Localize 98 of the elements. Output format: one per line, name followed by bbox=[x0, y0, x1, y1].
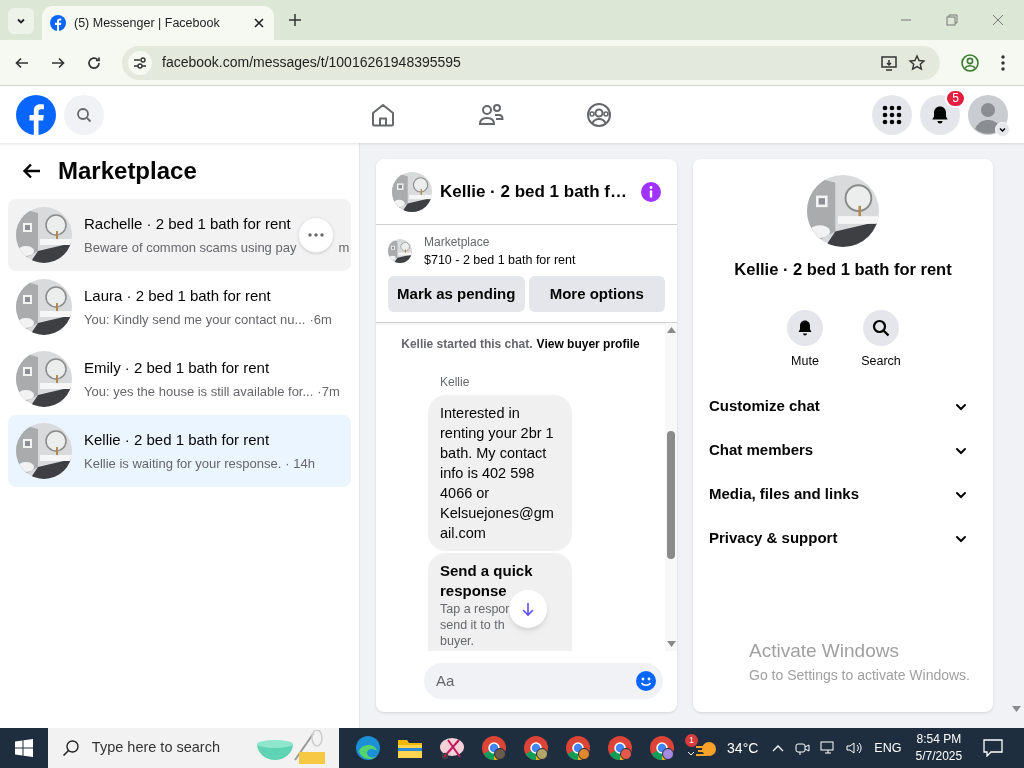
listing-source: Marketplace bbox=[424, 234, 491, 251]
taskbar-search-field[interactable]: Type here to search bbox=[47, 728, 340, 768]
search-icon bbox=[872, 318, 890, 337]
details-section[interactable]: Privacy & support bbox=[709, 516, 977, 561]
sidebar-title: Marketplace bbox=[58, 156, 197, 186]
clock-time: 8:54 PM bbox=[916, 731, 962, 748]
browser-app-icon[interactable] bbox=[565, 735, 592, 761]
profile-icon[interactable] bbox=[960, 52, 980, 73]
message-time: m bbox=[338, 238, 350, 257]
camera-icon[interactable] bbox=[794, 740, 811, 756]
network-icon[interactable] bbox=[820, 740, 837, 756]
facebook-logo-icon bbox=[50, 15, 66, 31]
conversation-title: Kellie · 2 bed 1 bath for rent bbox=[84, 430, 270, 450]
edge-browser-icon[interactable] bbox=[355, 735, 382, 761]
section-label: Chat members bbox=[709, 440, 814, 461]
emoji-icon[interactable] bbox=[635, 670, 657, 693]
language-indicator[interactable]: ENG bbox=[874, 738, 902, 758]
search-placeholder: Type here to search bbox=[91, 738, 221, 758]
bookmark-star-icon[interactable] bbox=[908, 53, 926, 72]
browser-tab[interactable]: (5) Messenger | Facebook bbox=[42, 6, 274, 40]
menu-button[interactable] bbox=[872, 94, 912, 135]
card-text: buyer. bbox=[440, 632, 475, 649]
scrollbar-thumb[interactable] bbox=[667, 430, 675, 559]
page-scroll-down-icon[interactable] bbox=[1011, 706, 1021, 712]
install-app-icon[interactable] bbox=[880, 53, 898, 72]
groups-icon[interactable] bbox=[586, 101, 612, 128]
volume-icon[interactable] bbox=[846, 740, 865, 756]
message-time: ·7m bbox=[317, 382, 340, 401]
snipping-tool-icon[interactable] bbox=[439, 735, 466, 761]
clock-date: 5/7/2025 bbox=[915, 748, 963, 765]
sender-name: Kellie bbox=[440, 373, 471, 391]
activation-subtitle: Go to Settings to activate Windows. bbox=[749, 666, 971, 685]
section-label: Media, files and links bbox=[709, 484, 860, 505]
listing-action-button[interactable]: Mark as pending bbox=[388, 275, 525, 312]
conversation-title: Rachelle · 2 bed 1 bath for rent bbox=[84, 214, 291, 234]
tab-title: (5) Messenger | Facebook bbox=[74, 14, 221, 32]
card-text: send it to th bbox=[440, 616, 505, 633]
search-button[interactable] bbox=[863, 309, 899, 346]
section-label: Privacy & support bbox=[709, 528, 838, 549]
message-bubble: Interested in renting your 2br 1 bath. My contact info is 402 598 4066 or Kelsuejones@gmail.com bbox=[428, 394, 572, 551]
action-label: Search bbox=[861, 352, 901, 370]
section-label: Customize chat bbox=[709, 396, 820, 417]
message-field[interactable]: Aa bbox=[424, 663, 663, 700]
address-bar[interactable]: facebook.com/messages/t/10016261948395595 bbox=[122, 45, 940, 80]
listing-action-button[interactable]: More options bbox=[528, 275, 665, 312]
notifications-button[interactable] bbox=[920, 94, 960, 135]
down-arrow-icon bbox=[520, 600, 536, 617]
details-section[interactable]: Media, files and links bbox=[709, 472, 977, 517]
new-tab-icon[interactable] bbox=[288, 13, 302, 27]
site-settings-icon[interactable] bbox=[128, 50, 152, 75]
browser-app-icon[interactable] bbox=[481, 735, 508, 761]
info-icon[interactable] bbox=[641, 181, 661, 202]
close-icon[interactable] bbox=[252, 16, 266, 30]
action-label: Mute bbox=[791, 352, 819, 370]
search-icon bbox=[61, 739, 80, 757]
reload-icon[interactable] bbox=[86, 54, 102, 71]
back-arrow-icon[interactable] bbox=[22, 161, 42, 181]
close-window-icon[interactable] bbox=[992, 14, 1004, 26]
card-title: Send a quick response bbox=[440, 560, 534, 601]
grid-menu-icon bbox=[882, 104, 902, 125]
message-time: ·6m bbox=[309, 310, 332, 329]
search-icon bbox=[76, 106, 92, 123]
details-section[interactable]: Customize chat bbox=[709, 384, 977, 429]
windows-start-icon[interactable] bbox=[14, 739, 33, 757]
temperature: 34°C bbox=[727, 738, 759, 758]
menu-icon[interactable] bbox=[1000, 53, 1006, 72]
chat-start-notice: Kellie started this chat. bbox=[401, 335, 533, 353]
browser-app-icon[interactable] bbox=[649, 735, 676, 761]
facebook-logo[interactable] bbox=[16, 94, 56, 135]
url-text: facebook.com/messages/t/10016261948395595 bbox=[162, 53, 462, 72]
chat-title: Kellie · 2 bed 1 bath f… bbox=[440, 180, 629, 203]
conversation-title: Laura · 2 bed 1 bath for rent bbox=[84, 286, 271, 306]
notification-badge: 5 bbox=[945, 88, 966, 108]
conversation-item[interactable]: Rachelle · 2 bed 1 bath for rent Beware of common scams using pay m bbox=[8, 199, 351, 271]
message-preview: Beware of common scams using pay bbox=[84, 238, 297, 257]
details-title: Kellie · 2 bed 1 bath for rent bbox=[734, 259, 952, 280]
listing-title: $710 - 2 bed 1 bath for rent bbox=[424, 252, 576, 269]
browser-app-icon[interactable] bbox=[523, 735, 550, 761]
activation-title: Activate Windows bbox=[749, 638, 900, 663]
message-preview: You: yes the house is still available for... bbox=[84, 382, 314, 401]
chevron-up-icon[interactable] bbox=[772, 744, 785, 752]
view-profile-link[interactable]: View buyer profile bbox=[536, 334, 640, 353]
conversation-item[interactable]: Kellie · 2 bed 1 bath for rent Kellie is waiting for your response. · 14h bbox=[8, 415, 351, 487]
conversation-title: Emily · 2 bed 1 bath for rent bbox=[84, 358, 270, 378]
friends-icon[interactable] bbox=[478, 101, 504, 128]
weather-badge: 1 bbox=[685, 734, 699, 747]
details-section[interactable]: Chat members bbox=[709, 428, 977, 473]
mute-button[interactable] bbox=[787, 309, 823, 346]
notifications-icon[interactable] bbox=[983, 739, 1004, 757]
message-preview: You: Kindly send me your contact nu... bbox=[84, 310, 306, 329]
message-time: · 14h bbox=[285, 454, 315, 473]
home-icon[interactable] bbox=[370, 101, 396, 128]
more-icon bbox=[308, 233, 324, 237]
bell-icon bbox=[796, 318, 814, 337]
bell-icon bbox=[930, 104, 950, 125]
message-input[interactable]: Aa bbox=[436, 670, 635, 693]
message-preview: Kellie is waiting for your response. bbox=[84, 454, 282, 473]
browser-app-icon[interactable] bbox=[607, 735, 634, 761]
